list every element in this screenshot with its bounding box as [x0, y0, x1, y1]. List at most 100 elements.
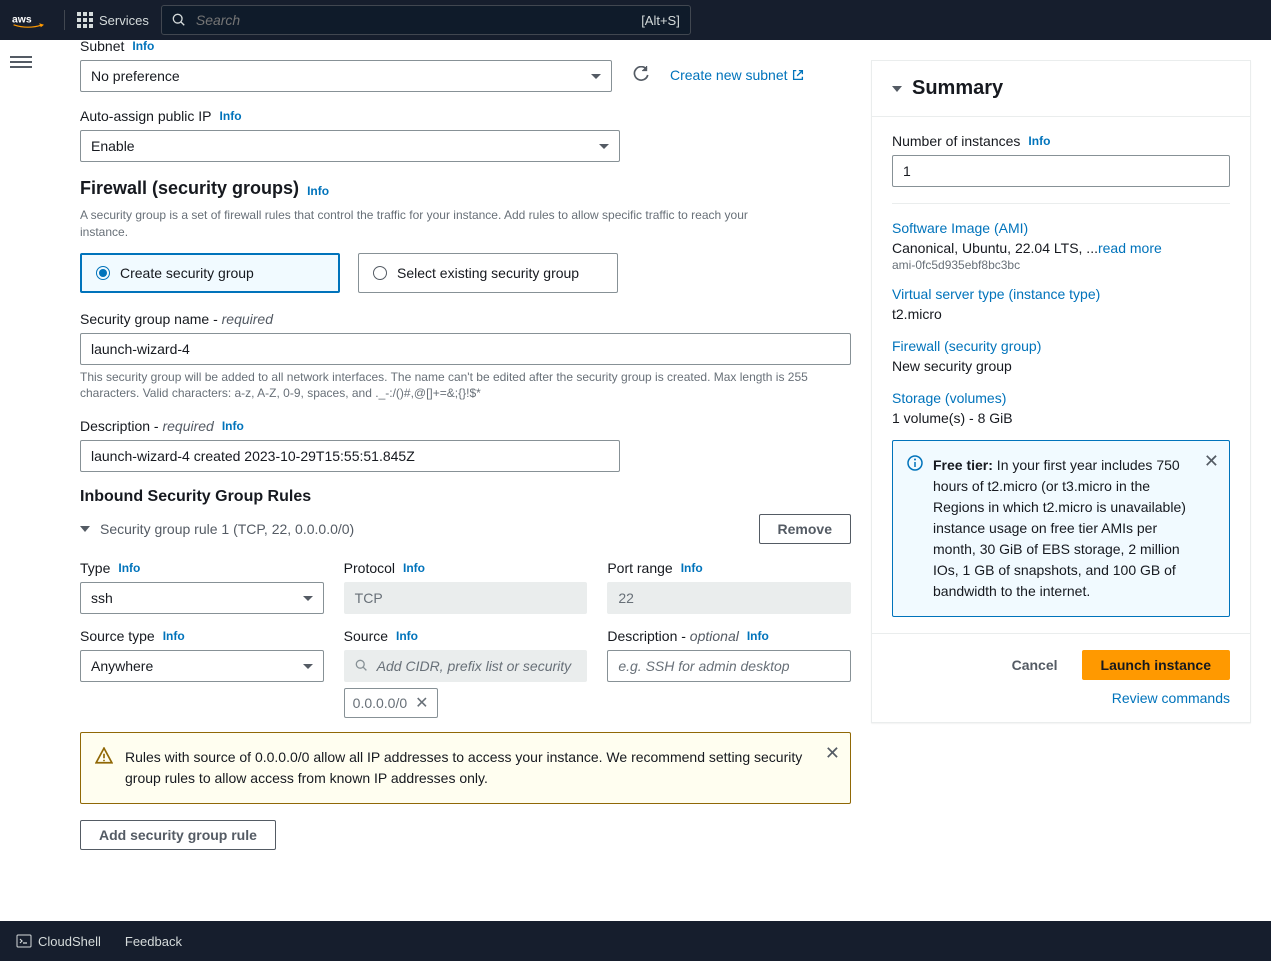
cloudshell-button[interactable]: CloudShell: [16, 933, 101, 949]
search-shortcut: [Alt+S]: [641, 13, 680, 28]
summary-panel: Summary Number of instances Info 1 Softw…: [871, 60, 1251, 723]
free-tier-info: Free tier: In your first year includes 7…: [892, 440, 1230, 617]
collapse-icon[interactable]: [892, 86, 902, 92]
sg-name-input[interactable]: launch-wizard-4: [80, 333, 851, 365]
top-nav: aws Services [Alt+S]: [0, 0, 1271, 40]
create-sg-radio[interactable]: Create security group: [80, 253, 340, 293]
grid-icon: [77, 12, 93, 28]
subnet-info-link[interactable]: Info: [132, 39, 154, 53]
required-text: required: [222, 311, 273, 327]
num-instances-label: Number of instances: [892, 133, 1020, 149]
auto-ip-value: Enable: [91, 138, 135, 154]
firewall-heading: Firewall (security groups): [80, 178, 299, 199]
rule-desc-info[interactable]: Info: [747, 629, 769, 643]
create-subnet-link[interactable]: Create new subnet: [670, 67, 805, 85]
chevron-down-icon: [599, 144, 609, 149]
summary-title: Summary: [912, 77, 1003, 100]
warning-alert: Rules with source of 0.0.0.0/0 allow all…: [80, 732, 851, 804]
sg-desc-value: launch-wizard-4 created 2023-10-29T15:55…: [91, 448, 415, 464]
chevron-down-icon: [303, 664, 313, 669]
subnet-value: No preference: [91, 68, 180, 84]
instance-type-value: t2.micro: [892, 306, 1230, 322]
ami-id: ami-0fc5d935ebf8bc3bc: [892, 258, 1230, 272]
global-search[interactable]: [Alt+S]: [161, 5, 691, 35]
protocol-label: Protocol: [344, 560, 395, 576]
rule-type-select[interactable]: ssh: [80, 582, 324, 614]
sg-name-label: Security group name -: [80, 311, 222, 327]
inbound-heading: Inbound Security Group Rules: [80, 488, 851, 506]
storage-value: 1 volume(s) - 8 GiB: [892, 410, 1230, 426]
review-commands-link[interactable]: Review commands: [1112, 690, 1230, 706]
rule-desc-label: Description -: [607, 628, 689, 644]
rule-desc-input[interactable]: e.g. SSH for admin desktop: [607, 650, 851, 682]
info-icon: [907, 455, 923, 602]
warning-text: Rules with source of 0.0.0.0/0 allow all…: [125, 747, 836, 789]
launch-instance-button[interactable]: Launch instance: [1082, 650, 1230, 680]
auto-ip-info-link[interactable]: Info: [220, 109, 242, 123]
firewall-summary-value: New security group: [892, 358, 1230, 374]
bottom-bar: CloudShell Feedback: [0, 921, 1271, 961]
rule-desc-placeholder: e.g. SSH for admin desktop: [618, 658, 789, 674]
feedback-link[interactable]: Feedback: [125, 934, 182, 949]
dismiss-warning-icon[interactable]: ✕: [825, 743, 840, 764]
aws-logo[interactable]: aws: [12, 10, 52, 30]
auto-ip-label: Auto-assign public IP: [80, 108, 212, 124]
sg-name-value: launch-wizard-4: [91, 341, 190, 357]
subnet-label: Subnet: [80, 38, 124, 54]
warning-icon: [95, 747, 113, 789]
chevron-down-icon: [303, 596, 313, 601]
create-sg-label: Create security group: [120, 265, 254, 281]
source-type-info[interactable]: Info: [163, 629, 185, 643]
source-type-select[interactable]: Anywhere: [80, 650, 324, 682]
nav-divider: [64, 10, 65, 30]
services-label: Services: [99, 13, 149, 28]
collapse-icon[interactable]: [80, 526, 90, 532]
optional-text: optional: [690, 628, 739, 644]
read-more-link[interactable]: read more: [1098, 240, 1162, 256]
port-label: Port range: [607, 560, 672, 576]
protocol-value: TCP: [355, 590, 383, 606]
search-input[interactable]: [196, 12, 631, 28]
protocol-info[interactable]: Info: [403, 561, 425, 575]
sg-desc-info-link[interactable]: Info: [222, 419, 244, 433]
source-type-value: Anywhere: [91, 658, 153, 674]
rule-type-value: ssh: [91, 590, 113, 606]
services-button[interactable]: Services: [77, 12, 149, 28]
remove-rule-button[interactable]: Remove: [759, 514, 851, 544]
required-text: required: [162, 418, 213, 434]
num-instances-info[interactable]: Info: [1028, 134, 1050, 148]
source-type-label: Source type: [80, 628, 155, 644]
select-sg-radio[interactable]: Select existing security group: [358, 253, 618, 293]
source-placeholder: Add CIDR, prefix list or security: [377, 658, 572, 674]
main-form: Subnet Info No preference Create new sub…: [40, 40, 871, 890]
add-rule-button[interactable]: Add security group rule: [80, 820, 276, 850]
sg-desc-input[interactable]: launch-wizard-4 created 2023-10-29T15:55…: [80, 440, 620, 472]
chevron-down-icon: [591, 74, 601, 79]
firewall-summary-label[interactable]: Firewall (security group): [892, 338, 1230, 354]
protocol-input: TCP: [344, 582, 588, 614]
rule-type-label: Type: [80, 560, 110, 576]
port-info[interactable]: Info: [681, 561, 703, 575]
refresh-icon[interactable]: [632, 66, 650, 87]
ami-label[interactable]: Software Image (AMI): [892, 220, 1230, 236]
radio-icon: [373, 266, 387, 280]
firewall-desc: A security group is a set of firewall ru…: [80, 207, 780, 241]
side-nav-toggle[interactable]: [10, 53, 32, 69]
source-info[interactable]: Info: [396, 629, 418, 643]
instance-type-label[interactable]: Virtual server type (instance type): [892, 286, 1230, 302]
num-instances-input[interactable]: 1: [892, 155, 1230, 187]
firewall-info-link[interactable]: Info: [307, 184, 329, 198]
auto-ip-select[interactable]: Enable: [80, 130, 620, 162]
remove-chip-icon[interactable]: ✕: [415, 693, 428, 713]
cancel-button[interactable]: Cancel: [1000, 650, 1070, 680]
dismiss-info-icon[interactable]: ✕: [1204, 451, 1219, 472]
free-tier-text: In your first year includes 750 hours of…: [933, 457, 1186, 599]
radio-icon: [96, 266, 110, 280]
cidr-chip: 0.0.0.0/0 ✕: [344, 688, 438, 718]
ami-text: Canonical, Ubuntu, 22.04 LTS, ...: [892, 240, 1098, 256]
subnet-select[interactable]: No preference: [80, 60, 612, 92]
storage-label[interactable]: Storage (volumes): [892, 390, 1230, 406]
select-sg-label: Select existing security group: [397, 265, 579, 281]
rule-type-info[interactable]: Info: [118, 561, 140, 575]
rule-title: Security group rule 1 (TCP, 22, 0.0.0.0/…: [100, 521, 354, 537]
